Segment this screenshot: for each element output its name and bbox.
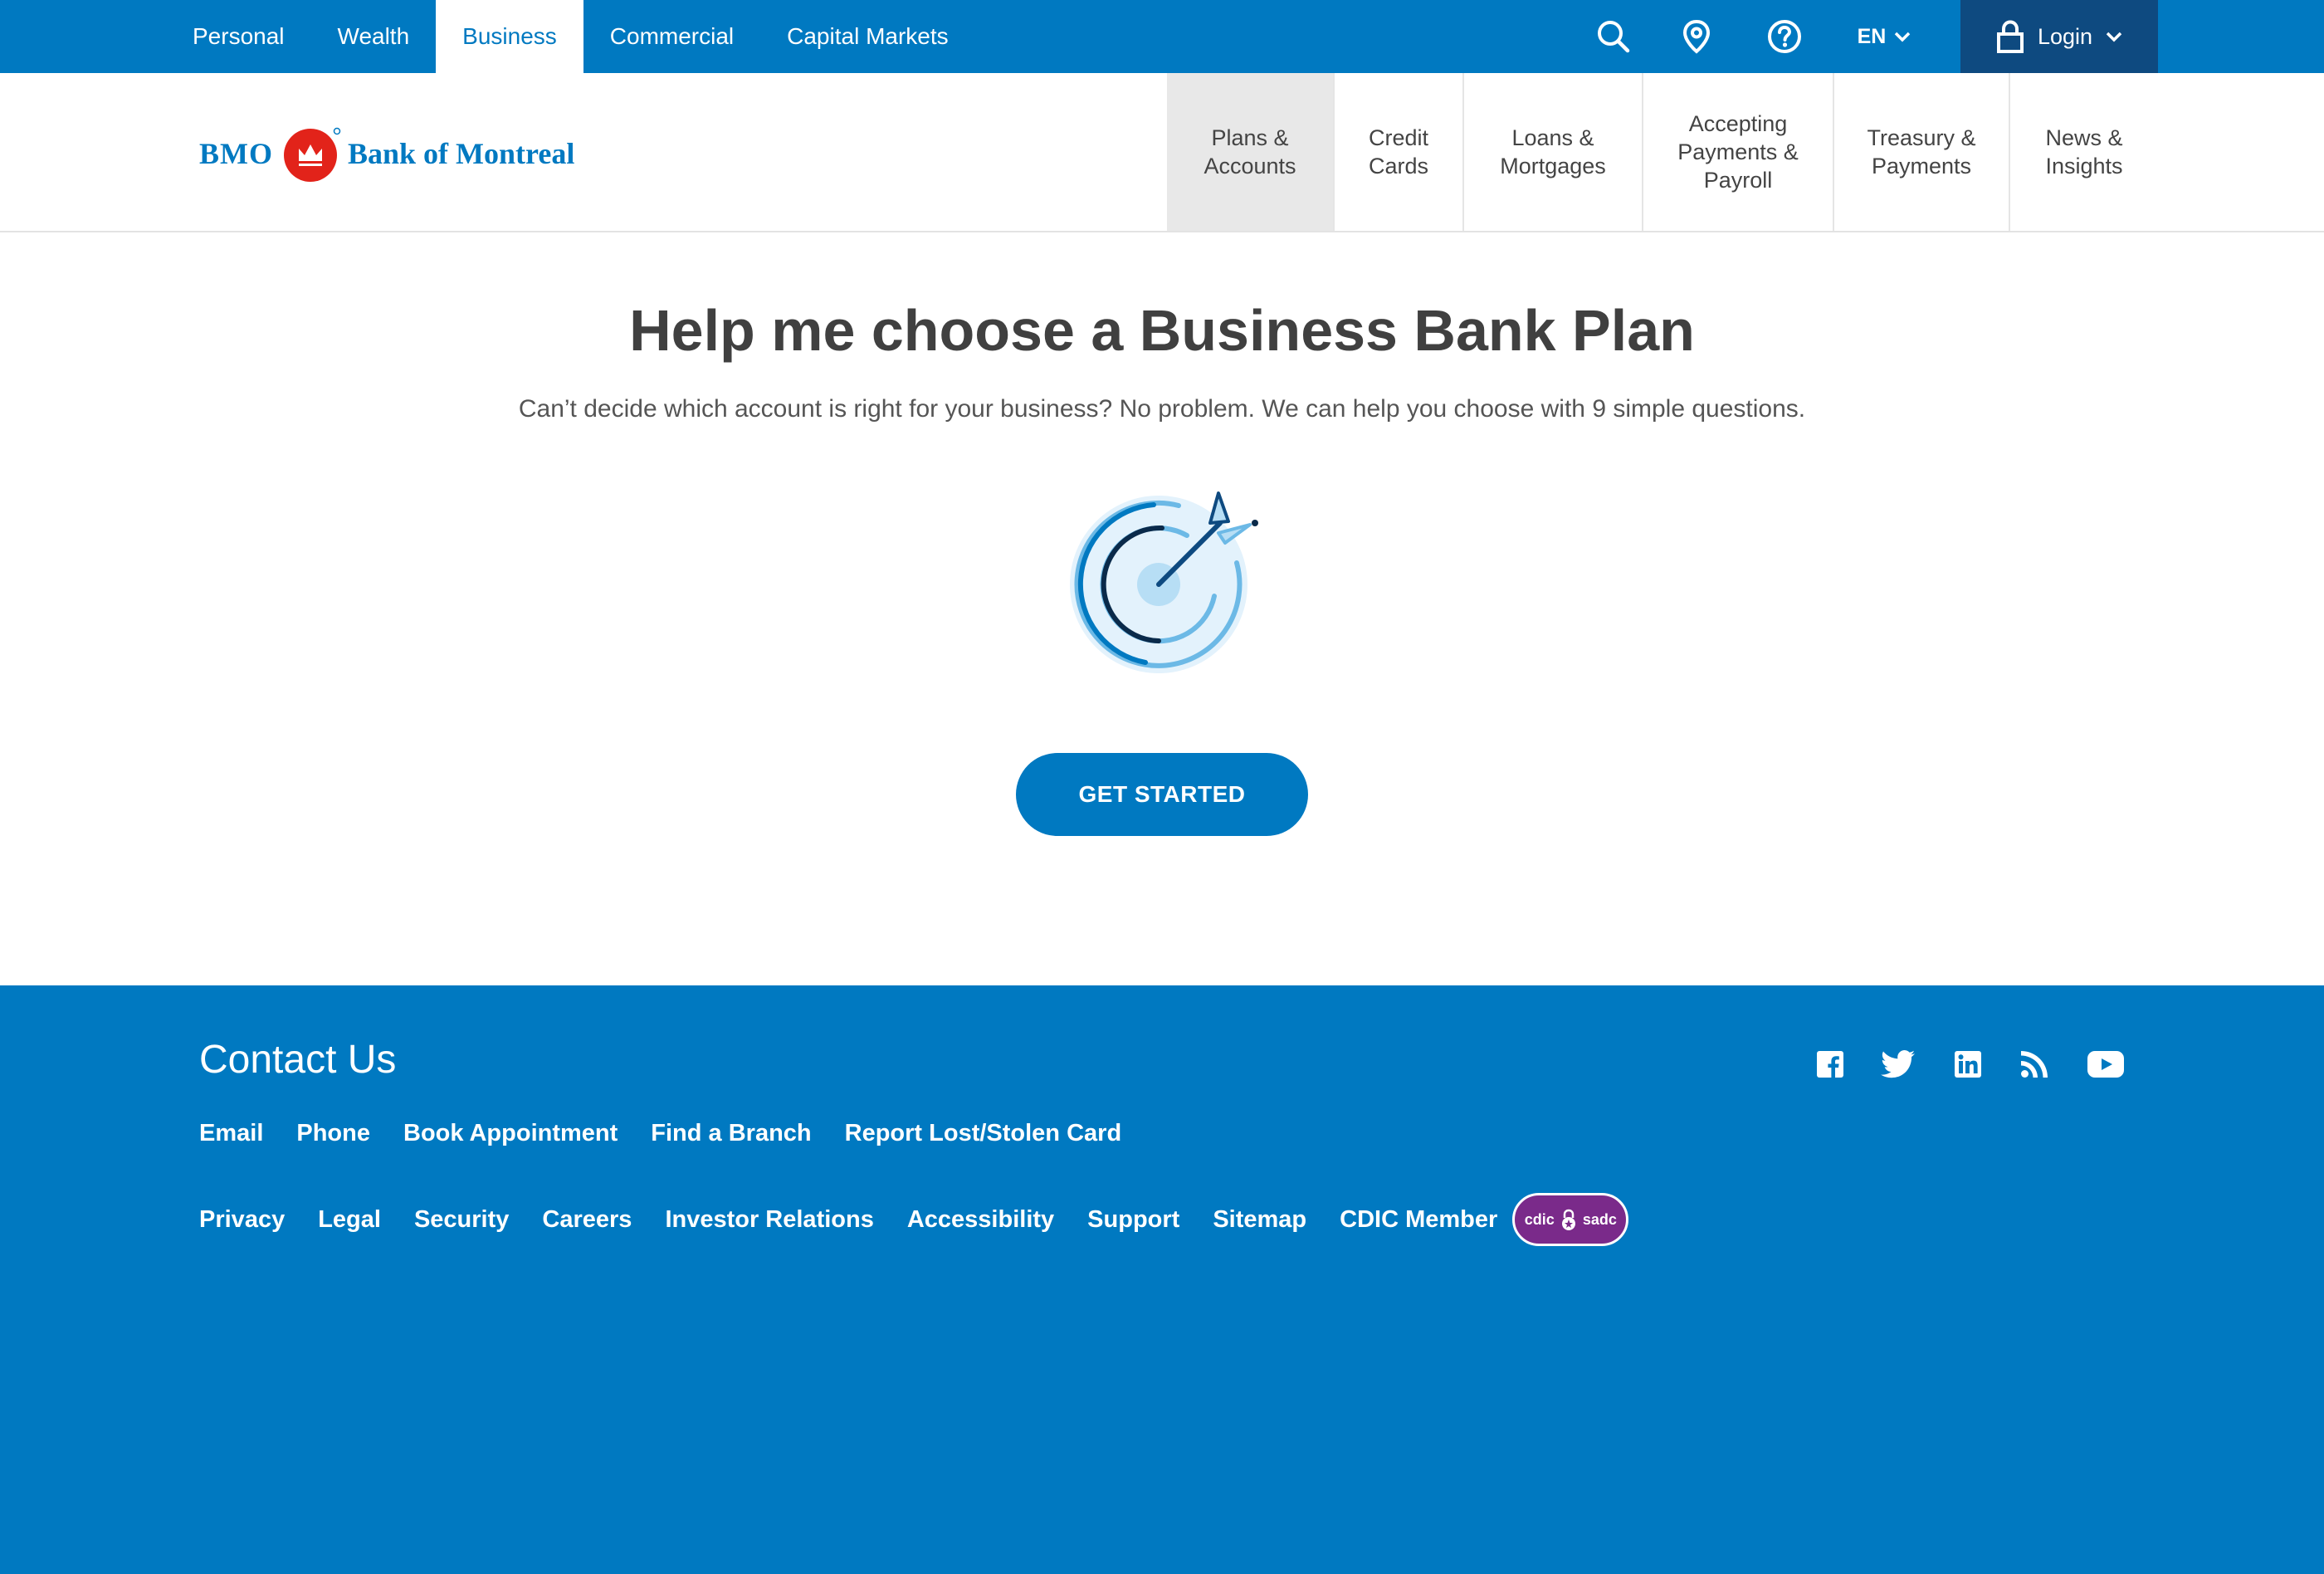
top-nav-wealth[interactable]: Wealth [311,0,437,73]
get-started-button[interactable]: GET STARTED [1016,753,1308,836]
help-icon [1768,20,1801,53]
language-label: EN [1857,24,1887,48]
footer-link-security[interactable]: Security [414,1206,509,1234]
main-nav-plans-accounts[interactable]: Plans & Accounts [1167,73,1335,231]
main-nav-accepting-payments[interactable]: Accepting Payments & Payroll [1643,73,1834,231]
footer-link-privacy[interactable]: Privacy [199,1206,285,1234]
twitter-icon [1881,1050,1915,1078]
footer-link-support[interactable]: Support [1087,1206,1179,1234]
locations-button[interactable] [1675,0,1718,73]
bmo-roundel-icon [284,127,341,182]
help-button[interactable] [1761,0,1808,73]
top-nav-capital-markets[interactable]: Capital Markets [760,0,975,73]
page-subtitle: Can’t decide which account is right for … [518,395,1806,423]
top-utility-bar: Personal Wealth Business Commercial Capi… [0,0,2324,73]
contact-links: Email Phone Book Appointment Find a Bran… [199,1120,1121,1147]
main-nav-loans-mortgages[interactable]: Loans & Mortgages [1464,73,1643,231]
youtube-icon [2087,1051,2124,1078]
main-nav-treasury-payments[interactable]: Treasury & Payments [1834,73,2010,231]
footer-link-investor-relations[interactable]: Investor Relations [665,1206,873,1234]
top-nav-personal[interactable]: Personal [166,0,311,73]
linkedin-icon [1955,1051,1981,1078]
logo-bmo-text: BMO [199,137,273,170]
search-icon [1598,21,1630,53]
location-pin-icon [1682,19,1711,54]
facebook-icon [1817,1051,1843,1078]
top-nav-business[interactable]: Business [436,0,583,73]
top-nav: Personal Wealth Business Commercial Capi… [166,0,975,73]
login-button[interactable]: Login [1960,0,2158,73]
search-button[interactable] [1590,0,1637,73]
footer-link-accessibility[interactable]: Accessibility [907,1206,1054,1234]
site-header: BMO Bank of Montreal Plans & Accounts Cr… [0,73,2324,232]
logo-name-text: Bank of Montreal [348,137,575,170]
youtube-link[interactable] [2085,1044,2126,1085]
login-label: Login [2037,23,2093,49]
main-nav-news-insights[interactable]: News & Insights [2010,73,2158,231]
linkedin-link[interactable] [1947,1044,1989,1085]
top-nav-commercial[interactable]: Commercial [583,0,760,73]
twitter-link[interactable] [1877,1044,1919,1085]
language-selector[interactable]: EN [1849,0,1919,73]
site-footer: Contact Us Email Phone Book Appointment … [0,985,2324,1574]
contact-us-heading: Contact Us [199,1038,397,1082]
bmo-logo[interactable]: BMO Bank of Montreal [199,125,574,183]
cdic-badge-left-text: cdic [1524,1210,1555,1228]
cdic-badge[interactable]: cdic sadc [1512,1193,1629,1246]
footer-link-email[interactable]: Email [199,1120,263,1147]
footer-link-book-appointment[interactable]: Book Appointment [403,1120,618,1147]
rss-icon [2021,1051,2048,1078]
footer-link-careers[interactable]: Careers [542,1206,632,1234]
main-nav: Plans & Accounts Credit Cards Loans & Mo… [1167,73,2158,231]
footer-link-phone[interactable]: Phone [296,1120,370,1147]
main-nav-credit-cards[interactable]: Credit Cards [1335,73,1464,231]
footer-link-legal[interactable]: Legal [318,1206,381,1234]
cdic-lock-icon [1561,1209,1575,1230]
rss-link[interactable] [2014,1044,2055,1085]
chevron-down-icon [2106,32,2122,42]
target-arrow-icon [1070,491,1258,673]
footer-link-report-lost-card[interactable]: Report Lost/Stolen Card [845,1120,1122,1147]
footer-link-sitemap[interactable]: Sitemap [1213,1206,1306,1234]
legal-links: Privacy Legal Security Careers Investor … [199,1193,1629,1246]
footer-link-cdic-member[interactable]: CDIC Member [1340,1206,1497,1234]
page-title: Help me choose a Business Bank Plan [629,298,1695,363]
facebook-link[interactable] [1809,1044,1851,1085]
footer-link-find-branch[interactable]: Find a Branch [651,1120,811,1147]
chevron-down-icon [1895,32,1911,42]
cdic-badge-right-text: sadc [1582,1210,1617,1228]
lock-icon [1996,20,2024,53]
